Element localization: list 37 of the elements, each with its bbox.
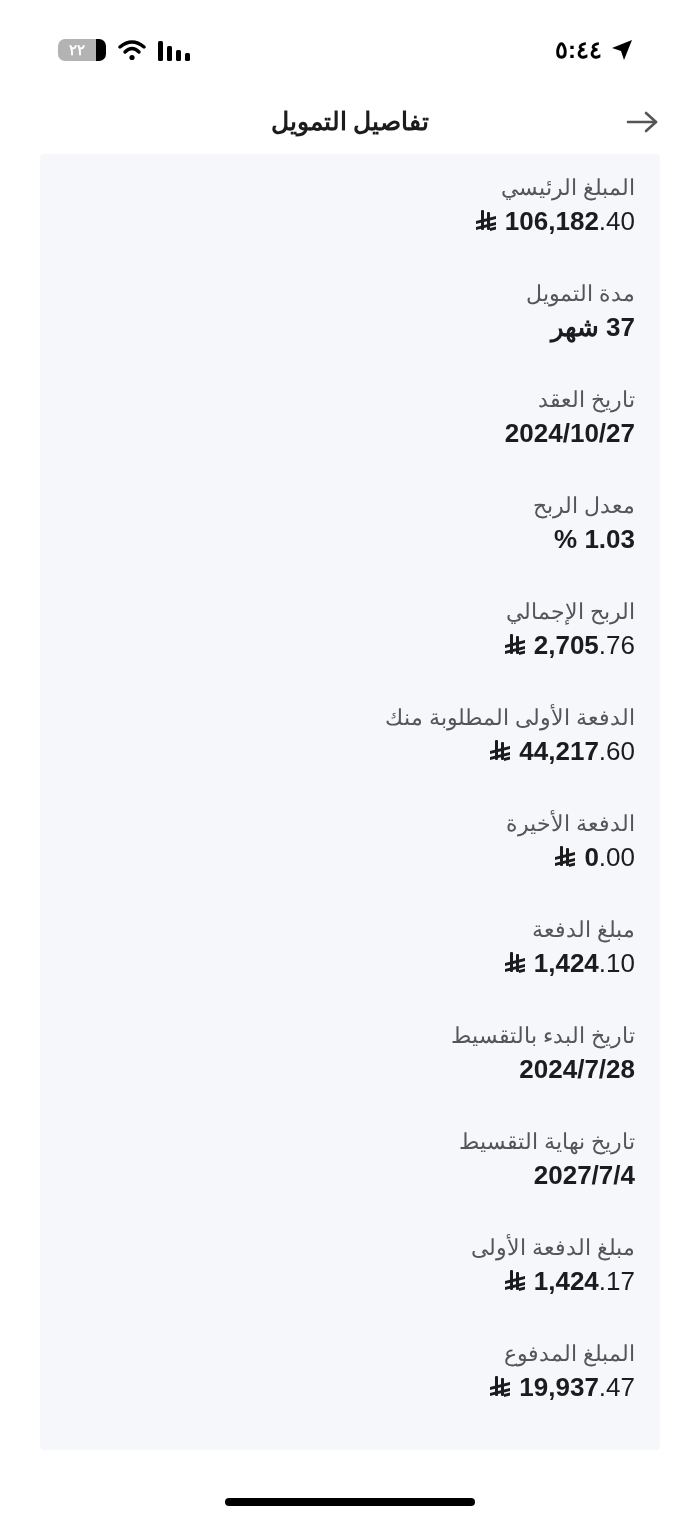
detail-value: 2024/10/27: [504, 417, 635, 450]
detail-label: الدفعة الأخيرة: [505, 809, 635, 839]
battery-indicator: ٢٢: [58, 39, 106, 61]
detail-label: المبلغ الرئيسي: [500, 174, 635, 203]
detail-value: 44,217.60: [519, 735, 635, 768]
detail-label: المبلغ المدفوع: [503, 1340, 635, 1369]
arrow-right-icon: [625, 110, 659, 134]
detail-value: 106,182.40: [504, 205, 635, 238]
detail-value: 19,937.47: [519, 1371, 635, 1404]
detail-label: مدة التمويل: [525, 280, 635, 309]
detail-value: 2027/7/4: [533, 1159, 635, 1192]
detail-value: 1.03 %: [554, 523, 635, 556]
wifi-icon: [118, 39, 146, 61]
riyal-icon: [554, 845, 577, 869]
detail-value: 2,705.76: [533, 629, 635, 662]
status-time: ٥:٤٤: [555, 35, 602, 65]
riyal-icon: [503, 633, 526, 657]
riyal-icon: [503, 951, 526, 975]
detail-label: معدل الربح: [532, 492, 635, 521]
riyal-icon: [489, 1375, 512, 1399]
detail-value: 1,424.17: [533, 1265, 635, 1298]
detail-label: مبلغ الدفعة: [531, 916, 635, 945]
page-title: تفاصيل التمويل: [270, 106, 430, 139]
detail-value: 37 شهر: [550, 311, 635, 344]
riyal-icon: [503, 1269, 526, 1293]
detail-label: الربح الإجمالي: [505, 598, 635, 627]
detail-value: 2024/7/28: [519, 1053, 635, 1086]
detail-label: تاريخ البدء بالتقسيط: [450, 1022, 635, 1051]
detail-label: مبلغ الدفعة الأولى: [470, 1233, 635, 1263]
detail-value: 1,424.10: [533, 947, 635, 980]
riyal-icon: [489, 739, 512, 763]
riyal-icon: [474, 209, 497, 233]
detail-label: الدفعة الأولى المطلوبة منك: [384, 703, 635, 733]
detail-label: تاريخ العقد: [537, 386, 635, 415]
location-arrow-icon: [610, 38, 634, 62]
detail-label: تاريخ نهاية التقسيط: [458, 1128, 635, 1157]
detail-value: 0.00: [584, 841, 635, 874]
